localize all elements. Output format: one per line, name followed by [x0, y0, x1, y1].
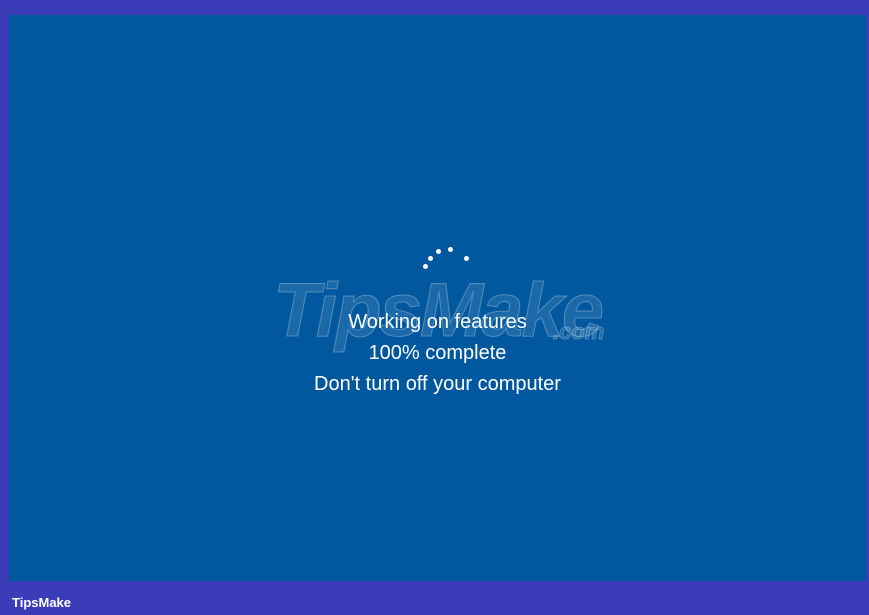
- spinner-dot: [436, 249, 441, 254]
- update-messages: Working on features 100% complete Don't …: [9, 307, 866, 400]
- spinner-dot: [423, 264, 428, 269]
- progress-warning: Don't turn off your computer: [314, 373, 561, 395]
- update-screen: TipsMake .com Working on features 100% c…: [9, 15, 866, 581]
- progress-percent: 100% complete: [368, 342, 507, 364]
- spinner-dot: [428, 256, 433, 261]
- spinner-dot: [464, 256, 469, 261]
- footer-brand-label: TipsMake: [12, 595, 72, 610]
- spinner-dot: [448, 247, 453, 252]
- progress-title: Working on features: [348, 311, 527, 333]
- loading-spinner-icon: [404, 229, 484, 279]
- screenshot-frame: TipsMake .com Working on features 100% c…: [0, 0, 869, 615]
- footer-brand-bar: TipsMake: [0, 581, 869, 615]
